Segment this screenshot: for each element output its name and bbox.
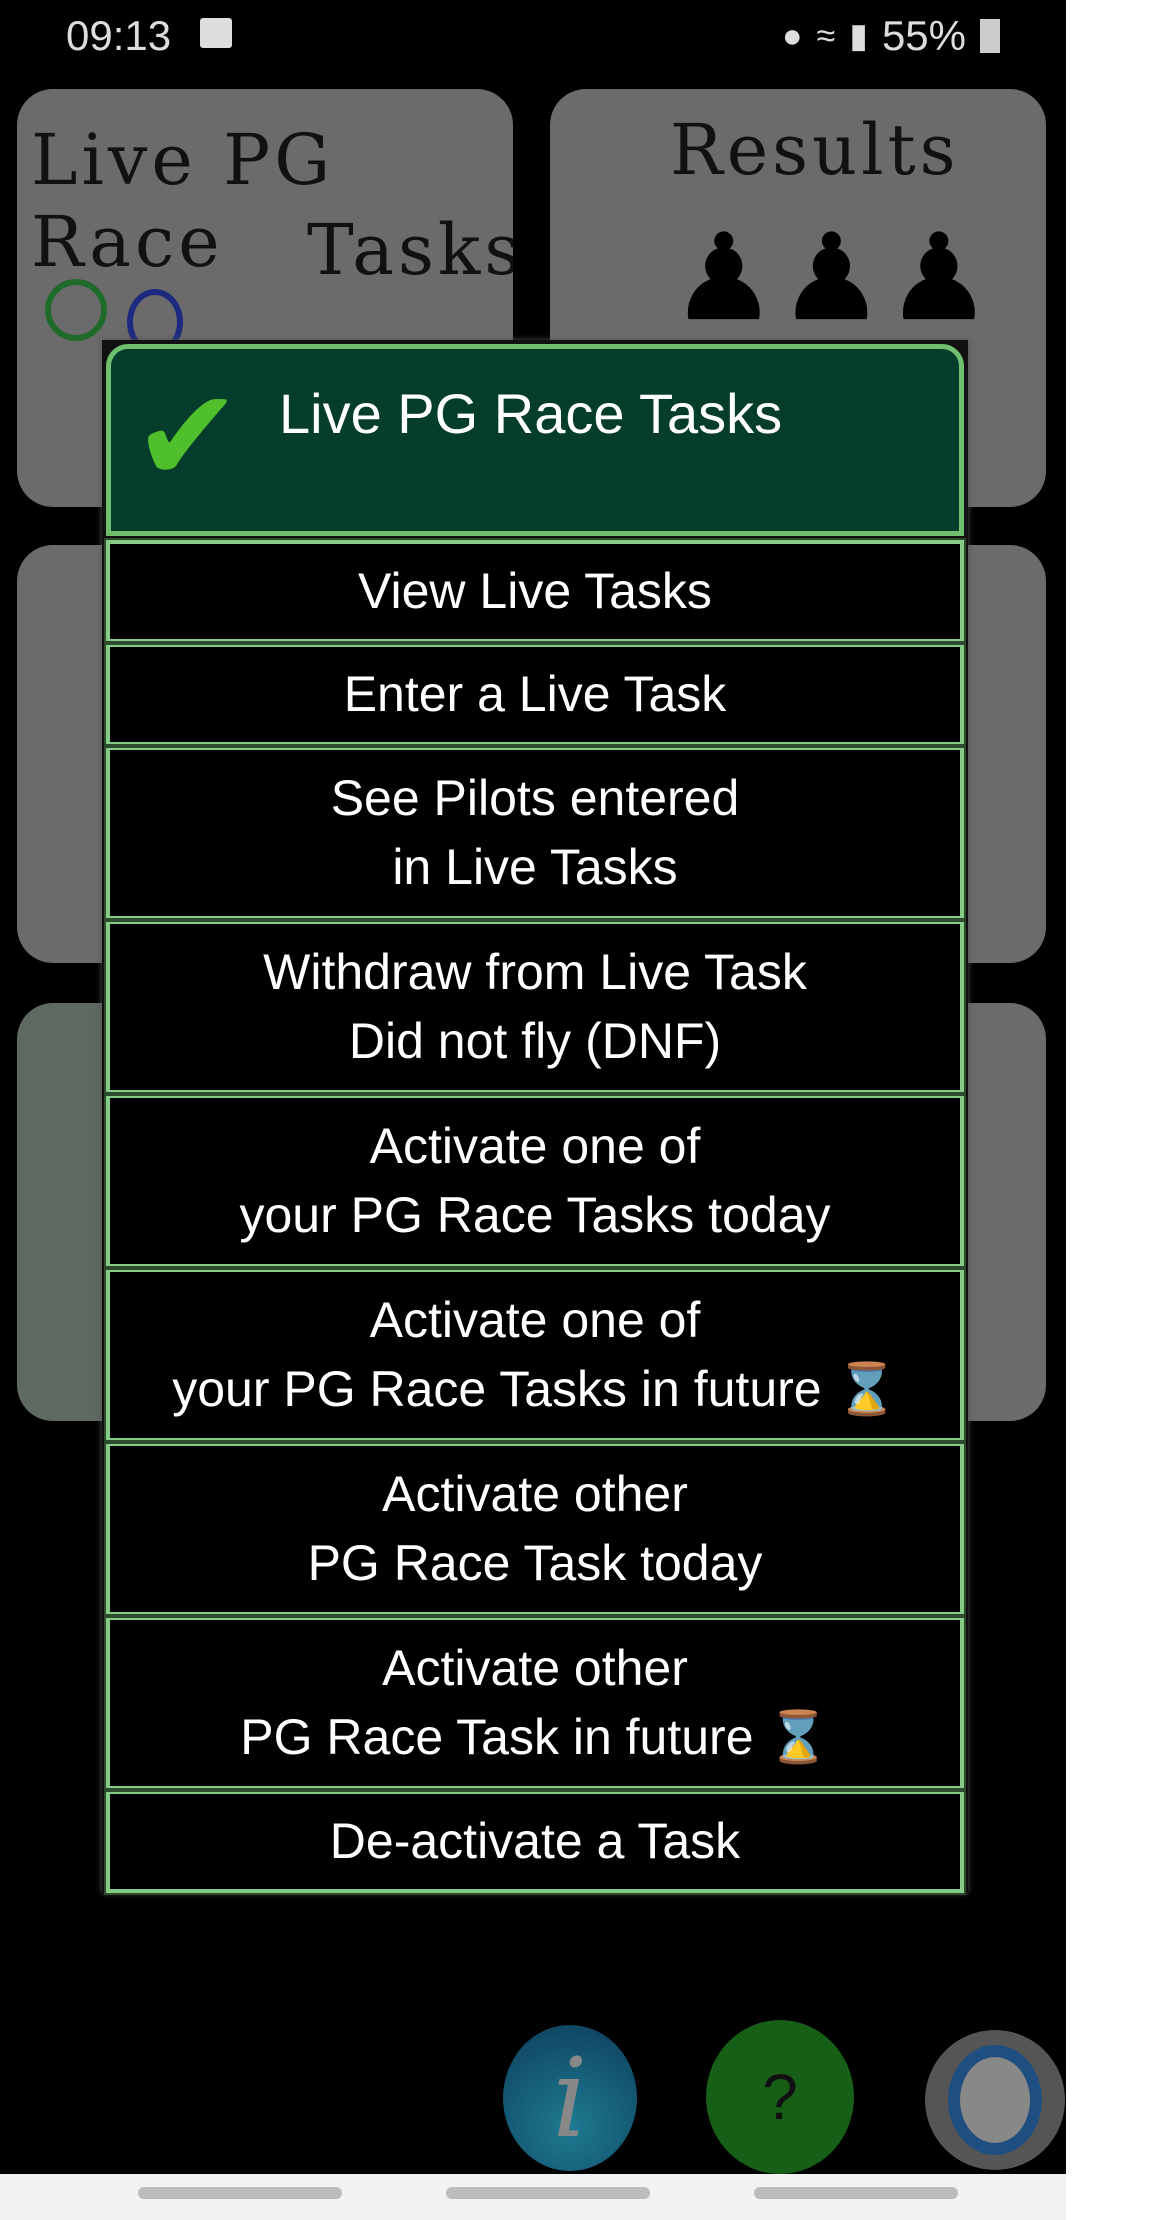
tile-title-line2: Tasks (307, 209, 513, 291)
help-button[interactable]: ? (706, 2020, 854, 2174)
signal-icon: ▮ (849, 17, 868, 55)
system-nav-bar (0, 2174, 1066, 2220)
hourglass-icon: ⌛ (767, 1709, 830, 1765)
menu-item-activate-own-future[interactable]: Activate one of your PG Race Tasks in fut… (104, 1266, 966, 1444)
info-icon: i (552, 2034, 588, 2162)
menu-item-label-2: PG Race Task today (307, 1535, 763, 1591)
menu-item-withdraw-dnf[interactable]: Withdraw from Live Task Did not fly (DNF) (104, 918, 966, 1096)
hourglass-icon: ⌛ (835, 1361, 898, 1417)
menu-item-label-2: your PG Race Tasks in future (172, 1361, 822, 1417)
menu-item-label: Activate other (382, 1640, 688, 1696)
nav-home-button[interactable] (446, 2187, 650, 2199)
dialog-title: Live PG Race Tasks (279, 382, 783, 445)
menu-item-label: Activate other (382, 1466, 688, 1522)
menu-item-activate-own-today[interactable]: Activate one of your PG Race Tasks today (104, 1092, 966, 1270)
menu-item-enter-live-task[interactable]: Enter a Live Task (104, 641, 966, 748)
live-tasks-menu-dialog: ✔ Live PG Race Tasks View Live Tasks Ent… (102, 340, 968, 1895)
wifi-icon: ≈ (816, 16, 836, 55)
menu-item-label: Withdraw from Live Task (263, 944, 807, 1000)
nav-recents-button[interactable] (138, 2187, 342, 2199)
menu-item-activate-other-future[interactable]: Activate other PG Race Task in future ⌛ (104, 1614, 966, 1792)
menu-item-label-2: your PG Race Tasks today (239, 1187, 831, 1243)
menu-item-activate-other-today[interactable]: Activate other PG Race Task today (104, 1440, 966, 1618)
status-time: 09:13 (66, 12, 172, 59)
menu-item-label: Activate one of (369, 1118, 701, 1174)
menu-item-deactivate-task[interactable]: De-activate a Task (104, 1788, 966, 1895)
location-icon: ● (782, 16, 803, 55)
tile-title: Results (670, 109, 960, 191)
help-icon: ? (762, 2061, 798, 2133)
menu-item-see-pilots[interactable]: See Pilots entered in Live Tasks (104, 744, 966, 922)
menu-item-label: See Pilots entered (330, 770, 740, 826)
battery-charging-icon (980, 19, 1000, 53)
menu-item-label: De-activate a Task (329, 1813, 741, 1869)
menu-item-label: Activate one of (369, 1292, 701, 1348)
dialog-header: ✔ Live PG Race Tasks (106, 344, 964, 536)
battery-percent: 55% (881, 12, 966, 59)
menu-item-label: Enter a Live Task (343, 666, 727, 722)
info-button[interactable]: i (503, 2025, 637, 2171)
gear-icon (948, 2045, 1042, 2155)
nav-back-button[interactable] (754, 2187, 958, 2199)
status-bar: 09:13 ● ≈ ▮ 55% (0, 0, 1066, 70)
menu-item-label-2: in Live Tasks (392, 839, 678, 895)
app-screen: 09:13 ● ≈ ▮ 55% Live PG Race Tasks Resul… (0, 0, 1066, 2174)
checkmark-icon: ✔ (133, 363, 242, 509)
settings-gear-button[interactable] (925, 2030, 1065, 2170)
menu-item-view-live-tasks[interactable]: View Live Tasks (104, 538, 966, 645)
menu-item-label-2: Did not fly (DNF) (348, 1013, 722, 1069)
gallery-icon (200, 18, 232, 48)
menu-item-label: View Live Tasks (358, 563, 712, 619)
menu-item-label-2: PG Race Task in future (240, 1709, 754, 1765)
people-icon: ♟♟♟ (670, 211, 993, 345)
route-circles-icon (45, 279, 107, 341)
